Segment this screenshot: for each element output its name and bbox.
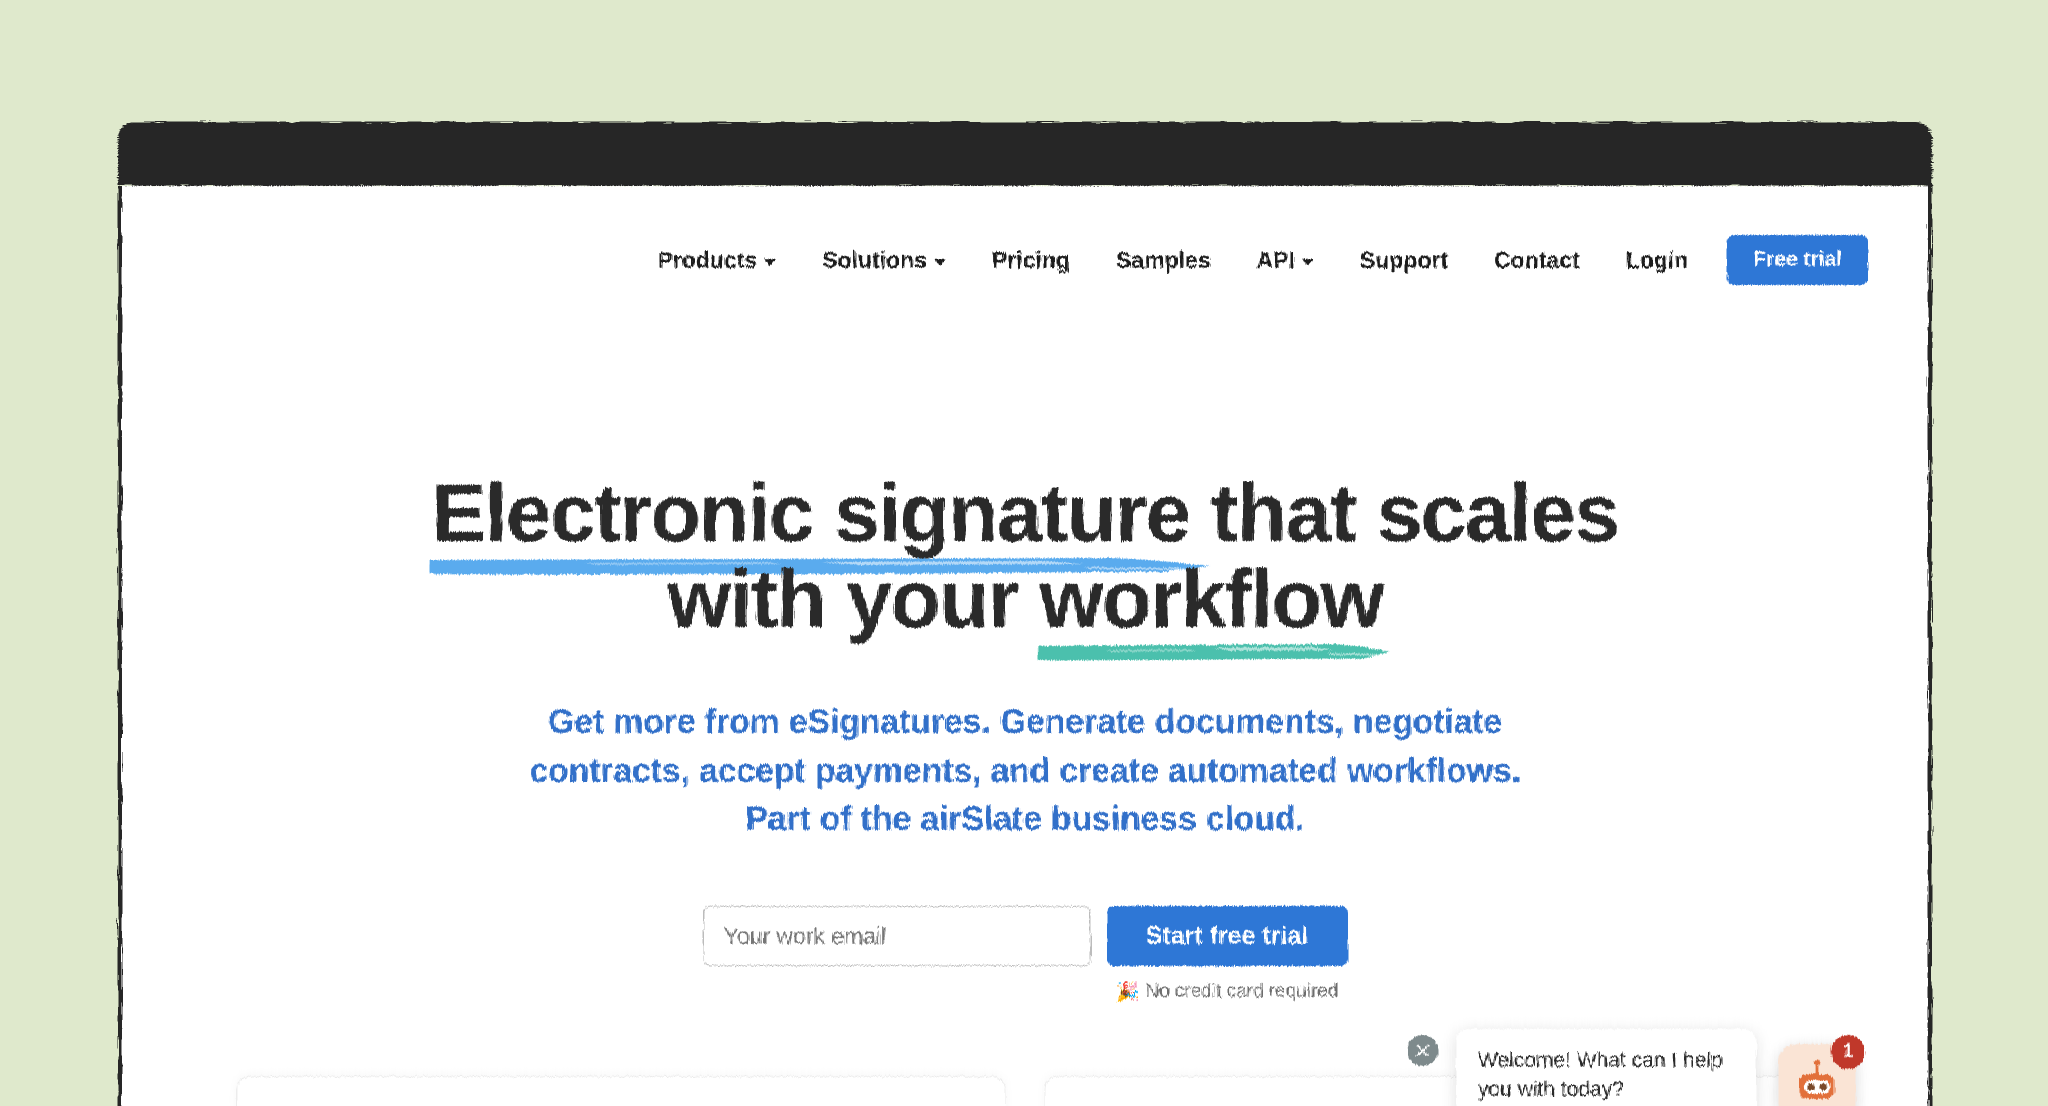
headline-text-rest: that scales	[1189, 468, 1620, 559]
subheading-line-1: Get more from eSignatures. Generate docu…	[547, 703, 1503, 742]
hero-headline: Electronic signature that scales with yo…	[122, 468, 1928, 661]
start-free-trial-button[interactable]: Start free trial	[1106, 906, 1348, 967]
close-icon	[1416, 1044, 1429, 1057]
subheading-line-3: Part of the airSlate business cloud.	[745, 800, 1305, 839]
hero-subheading: Get more from eSignatures. Generate docu…	[122, 698, 1928, 844]
browser-viewport: Products Solutions Pricing Samples API S…	[118, 186, 1932, 1106]
chat-close-button[interactable]	[1407, 1035, 1438, 1067]
headline-line-2: with your workflow	[122, 554, 1928, 661]
hero-section: Electronic signature that scales with yo…	[122, 186, 1928, 1004]
subheading-line-2: contracts, accept payments, and create a…	[529, 751, 1521, 790]
headline-text: Electronic signature	[431, 468, 1191, 559]
email-input[interactable]	[702, 906, 1091, 967]
headline-highlight-electronic-signature: Electronic signature	[430, 468, 1211, 575]
headline-line-1: Electronic signature that scales	[122, 468, 1928, 575]
headline-highlight-workflow: workflow	[1037, 554, 1391, 661]
chat-unread-badge: 1	[1831, 1035, 1865, 1069]
screen: Products Solutions Pricing Samples API S…	[0, 0, 2048, 1106]
no-credit-card-note: 🎉 No credit card required	[1116, 980, 1339, 1004]
hero-cta-form: Start free trial 🎉 No credit card requir…	[122, 906, 1928, 1004]
chat-message-bubble[interactable]: Welcome! What can I help you with today?	[1456, 1029, 1756, 1106]
no-credit-card-text: No credit card required	[1145, 981, 1339, 1003]
browser-window-mock: Products Solutions Pricing Samples API S…	[118, 122, 1932, 1106]
chat-launcher-button[interactable]: 1	[1778, 1035, 1865, 1106]
party-popper-icon: 🎉	[1115, 982, 1140, 1004]
chat-widget: Welcome! What can I help you with today?…	[1407, 1029, 1865, 1106]
headline-text-lead: with your	[667, 554, 1040, 646]
cta-right-column: Start free trial 🎉 No credit card requir…	[1106, 906, 1348, 1004]
website-page: Products Solutions Pricing Samples API S…	[122, 186, 1928, 1106]
feature-card[interactable]	[236, 1076, 1006, 1106]
headline-text: workflow	[1039, 554, 1384, 646]
brush-underline-teal-icon	[1037, 644, 1391, 661]
